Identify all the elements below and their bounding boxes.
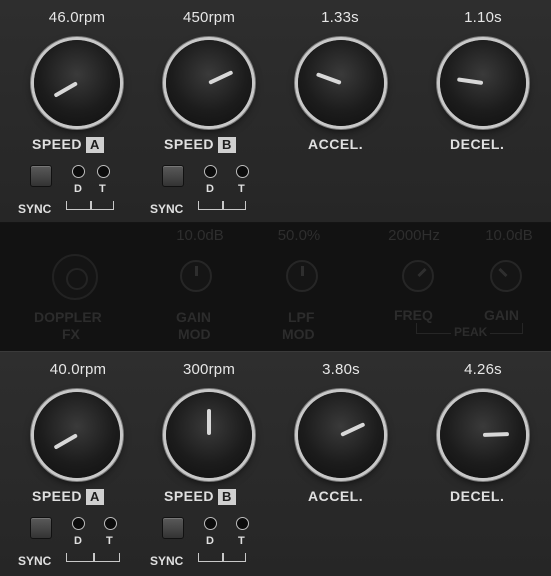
sync-a-button[interactable] bbox=[30, 165, 52, 187]
triplet-label: T bbox=[238, 183, 245, 195]
sync-a-dotted-led[interactable] bbox=[72, 165, 85, 178]
accel-label: ACCEL. bbox=[308, 136, 364, 152]
speed-a-label: SPEED A bbox=[32, 136, 104, 153]
sync-a-triplet-led[interactable] bbox=[104, 517, 117, 530]
dotted-label: D bbox=[206, 535, 214, 547]
lpf-mod-value: 50.0% bbox=[277, 227, 321, 244]
speed-a-knob[interactable] bbox=[34, 392, 120, 478]
speed-b-value: 450rpm bbox=[182, 9, 236, 26]
sync-bracket bbox=[66, 201, 114, 210]
rotor-b-badge: B bbox=[217, 137, 236, 153]
lpf-mod-label-line2: MOD bbox=[282, 326, 315, 342]
lpf-mod-label-line1: LPF bbox=[288, 309, 315, 325]
triplet-label: T bbox=[99, 183, 106, 195]
knob-pointer bbox=[340, 422, 366, 437]
freq-label: FREQ bbox=[394, 307, 433, 323]
speed-a-value: 40.0rpm bbox=[49, 361, 107, 378]
doppler-panel-disabled: DOPPLER FX 10.0dB GAIN MOD 50.0% LPF MOD… bbox=[0, 223, 551, 351]
triplet-label: T bbox=[106, 535, 113, 547]
knob-pointer bbox=[53, 81, 78, 98]
knob-pointer bbox=[456, 77, 484, 85]
gain-mod-label-line1: GAIN bbox=[176, 309, 211, 325]
accel-value: 1.33s bbox=[321, 9, 359, 26]
accel-label: ACCEL. bbox=[308, 488, 364, 504]
lower-rotor-panel: 40.0rpm 300rpm 3.80s 4.26s SPEED A SPEED B… bbox=[0, 351, 551, 576]
accel-value: 3.80s bbox=[322, 361, 360, 378]
lpf-mod-knob[interactable] bbox=[286, 260, 318, 292]
speed-a-value: 46.0rpm bbox=[48, 9, 106, 26]
sync-a-label: SYNC bbox=[18, 202, 52, 216]
gain-value: 10.0dB bbox=[485, 227, 533, 244]
freq-knob[interactable] bbox=[402, 260, 434, 292]
dotted-label: D bbox=[206, 183, 214, 195]
doppler-fx-button[interactable] bbox=[52, 254, 98, 300]
gain-mod-knob[interactable] bbox=[180, 260, 212, 292]
decel-knob[interactable] bbox=[440, 40, 526, 126]
rotor-a-badge: A bbox=[85, 137, 104, 153]
sync-b-triplet-led[interactable] bbox=[236, 165, 249, 178]
knob-pointer bbox=[315, 72, 342, 85]
sync-bracket bbox=[66, 553, 120, 562]
knob-pointer bbox=[208, 70, 234, 85]
sync-a-dotted-led[interactable] bbox=[72, 517, 85, 530]
knob-pointer bbox=[207, 409, 211, 435]
decel-value: 4.26s bbox=[464, 361, 502, 378]
upper-rotor-panel: 46.0rpm 450rpm 1.33s 1.10s SPEED A SPEED B… bbox=[0, 0, 551, 223]
doppler-label-line2: FX bbox=[62, 326, 80, 342]
gain-knob[interactable] bbox=[490, 260, 522, 292]
sync-b-label: SYNC bbox=[150, 202, 184, 216]
triplet-label: T bbox=[238, 535, 245, 547]
gain-mod-label-line2: MOD bbox=[178, 326, 211, 342]
sync-b-triplet-led[interactable] bbox=[236, 517, 249, 530]
speed-b-knob[interactable] bbox=[166, 40, 252, 126]
doppler-label-line1: DOPPLER bbox=[34, 309, 102, 325]
sync-b-dotted-led[interactable] bbox=[204, 517, 217, 530]
speed-a-knob[interactable] bbox=[34, 40, 120, 126]
rotor-b-badge: B bbox=[217, 489, 236, 505]
speed-b-value: 300rpm bbox=[182, 361, 236, 378]
accel-knob[interactable] bbox=[298, 392, 384, 478]
accel-knob[interactable] bbox=[298, 40, 384, 126]
dotted-label: D bbox=[74, 183, 82, 195]
sync-b-label: SYNC bbox=[150, 554, 184, 568]
sync-bracket bbox=[198, 201, 246, 210]
speed-a-label: SPEED A bbox=[32, 488, 104, 505]
sync-a-triplet-led[interactable] bbox=[97, 165, 110, 178]
knob-pointer bbox=[482, 432, 510, 437]
peak-label: PEAK bbox=[451, 325, 491, 339]
gain-mod-value: 10.0dB bbox=[176, 227, 224, 244]
speed-b-label: SPEED B bbox=[164, 136, 236, 153]
sync-b-button[interactable] bbox=[162, 517, 184, 539]
speed-b-knob[interactable] bbox=[166, 392, 252, 478]
speed-b-label: SPEED B bbox=[164, 488, 236, 505]
sync-a-label: SYNC bbox=[18, 554, 52, 568]
knob-pointer bbox=[53, 433, 78, 450]
sync-b-dotted-led[interactable] bbox=[204, 165, 217, 178]
gain-label: GAIN bbox=[484, 307, 519, 323]
decel-value: 1.10s bbox=[464, 9, 502, 26]
rotor-a-badge: A bbox=[85, 489, 104, 505]
decel-label: DECEL. bbox=[450, 136, 505, 152]
sync-b-button[interactable] bbox=[162, 165, 184, 187]
freq-value: 2000Hz bbox=[388, 227, 440, 244]
sync-bracket bbox=[198, 553, 246, 562]
dotted-label: D bbox=[74, 535, 82, 547]
decel-label: DECEL. bbox=[450, 488, 505, 504]
decel-knob[interactable] bbox=[440, 392, 526, 478]
sync-a-button[interactable] bbox=[30, 517, 52, 539]
